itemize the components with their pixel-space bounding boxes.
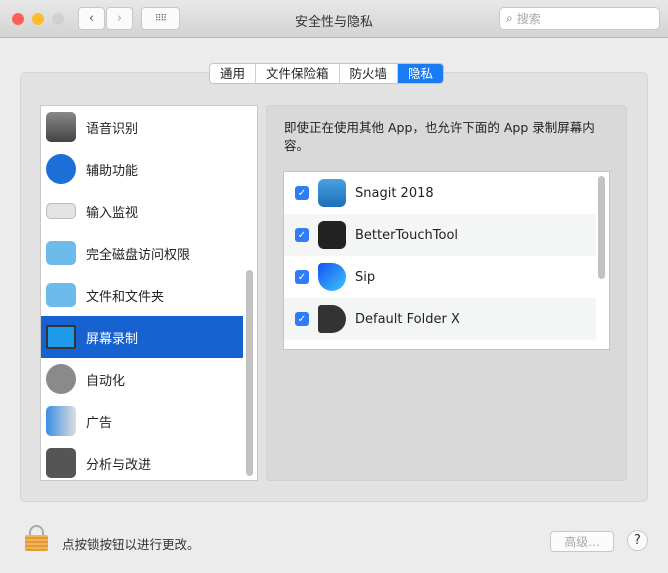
sidebar-item-label: 自动化 <box>86 373 126 389</box>
app-row: ✓ Default Folder X <box>284 298 596 340</box>
app-row: ✓ BetterTouchTool <box>284 214 596 256</box>
app-name: Snagit 2018 <box>355 185 434 201</box>
folder-icon <box>46 241 76 265</box>
keyboard-icon <box>46 203 76 219</box>
app-checkbox[interactable]: ✓ <box>295 228 309 242</box>
app-list: ✓ Snagit 2018 ✓ BetterTouchTool ✓ Sip ✓ Defa… <box>283 171 610 350</box>
search-input[interactable]: ⌕ 搜索 <box>499 7 660 30</box>
tab-bar: 通用 文件保险箱 防火墙 隐私 <box>209 63 445 84</box>
folder-icon <box>46 283 76 307</box>
sidebar-item-label: 分析与改进 <box>86 457 152 473</box>
screen-recording-pane: 即使正在使用其他 App，也允许下面的 App 录制屏幕内容。 ✓ Snagit … <box>266 105 627 481</box>
analytics-icon <box>46 448 76 478</box>
app-list-scrollbar[interactable] <box>598 176 605 279</box>
tab-firewall[interactable]: 防火墙 <box>340 64 399 83</box>
search-placeholder: 搜索 <box>516 12 541 26</box>
sidebar-item-label: 屏幕录制 <box>86 331 139 347</box>
help-button[interactable]: ? <box>627 530 648 551</box>
app-checkbox[interactable]: ✓ <box>295 270 309 284</box>
app-name: BetterTouchTool <box>355 227 459 243</box>
tab-privacy[interactable]: 隐私 <box>398 64 444 83</box>
tab-general[interactable]: 通用 <box>210 64 257 83</box>
sidebar-item-speech-recognition[interactable]: 语音识别 <box>41 106 243 148</box>
accessibility-icon <box>46 154 76 184</box>
sidebar-scrollbar[interactable] <box>246 270 253 476</box>
sidebar-item-full-disk-access[interactable]: 完全磁盘访问权限 <box>41 232 243 274</box>
sip-icon <box>318 263 346 291</box>
privacy-category-list: 语音识别 辅助功能 输入监视 完全磁盘访问权限 文件和文件夹 屏幕录制 自动化 … <box>40 105 258 481</box>
app-row: ✓ Snagit 2018 <box>284 172 596 214</box>
sidebar-item-label: 完全磁盘访问权限 <box>86 247 191 263</box>
default-folder-x-icon <box>318 305 346 333</box>
bettertouchtool-icon <box>318 221 346 249</box>
sidebar-item-label: 文件和文件夹 <box>86 289 165 305</box>
speech-recognition-icon <box>46 112 76 142</box>
gear-icon <box>46 364 76 394</box>
search-icon: ⌕ <box>506 11 513 25</box>
app-name: Sip <box>355 269 376 285</box>
megaphone-icon <box>46 406 76 436</box>
snagit-icon <box>318 179 346 207</box>
app-checkbox[interactable]: ✓ <box>295 312 309 326</box>
sidebar-item-files-and-folders[interactable]: 文件和文件夹 <box>41 274 243 316</box>
title-bar: ‹ › ⠿⠿ 安全性与隐私 ⌕ 搜索 <box>0 0 668 38</box>
advanced-button[interactable]: 高级... <box>550 531 614 552</box>
display-icon <box>46 325 76 349</box>
sidebar-item-accessibility[interactable]: 辅助功能 <box>41 148 243 190</box>
app-name: Default Folder X <box>355 311 460 327</box>
sidebar-item-label: 语音识别 <box>86 121 139 137</box>
sidebar-item-label: 辅助功能 <box>86 163 139 179</box>
app-row: ✓ Sip <box>284 256 596 298</box>
sidebar-item-label: 输入监视 <box>86 205 139 221</box>
sidebar-item-input-monitoring[interactable]: 输入监视 <box>41 190 243 232</box>
app-checkbox[interactable]: ✓ <box>295 186 309 200</box>
sidebar-item-analytics[interactable]: 分析与改进 <box>41 442 243 480</box>
sidebar-item-label: 广告 <box>86 415 113 431</box>
lock-hint-text: 点按锁按钮以进行更改。 <box>62 537 200 552</box>
sidebar-item-automation[interactable]: 自动化 <box>41 358 243 400</box>
sidebar-item-screen-recording[interactable]: 屏幕录制 <box>41 316 243 358</box>
sidebar-item-advertising[interactable]: 广告 <box>41 400 243 442</box>
description-text: 即使正在使用其他 App，也允许下面的 App 录制屏幕内容。 <box>284 120 595 153</box>
lock-icon[interactable] <box>25 525 48 551</box>
tab-filevault[interactable]: 文件保险箱 <box>256 64 340 83</box>
